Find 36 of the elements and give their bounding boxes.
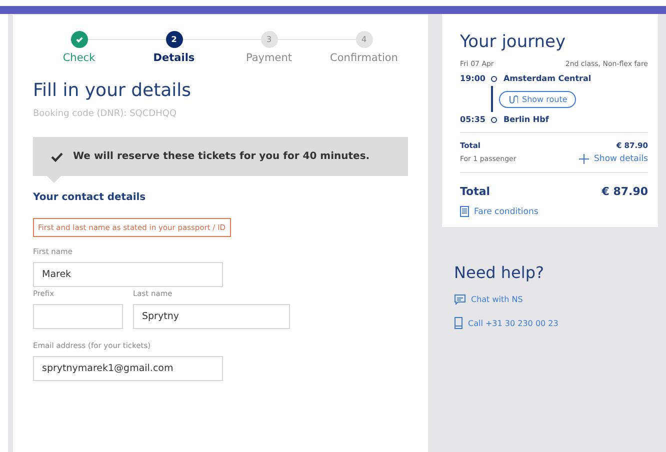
prefix-field[interactable] [33,304,123,329]
booking-code: Booking code (DNR): SQCDHQQ [33,109,178,119]
email-field[interactable]: sprytnymarek1@gmail.com [33,356,223,381]
show-details-link[interactable]: Show details [579,154,648,164]
checkmark-icon [51,152,63,162]
notice-text: We will reserve these tickets for you for 40 minutes. [73,151,370,162]
step-number: 2 [166,31,182,48]
station-name: Amsterdam Central [503,74,592,83]
station-name: Berlin Hbf [503,115,549,124]
page-title: Fill in your details [33,80,192,101]
show-route-button[interactable]: Show route [499,90,576,108]
first-name-field[interactable]: Marek [33,262,223,287]
departure-time: 19:00 [460,74,486,83]
help-link[interactable]: Call +31 30 230 00 23 [454,317,646,329]
fare-conditions-link[interactable]: Fare conditions [460,206,648,217]
step-number: 3 [260,31,278,48]
phone-icon [454,317,463,329]
card-title: Your journey [460,32,567,52]
arrival-time: 05:35 [460,115,486,124]
section-title: Your contact details [33,192,147,203]
help-title: Need help? [454,263,545,282]
total-price: € 87.90 [602,185,648,198]
step-label: Check [62,52,96,64]
step-label: Details [153,52,195,64]
step-label: Confirmation [330,52,398,64]
total-label: Total [460,185,490,198]
stop-icon [491,116,498,122]
step-label: Payment [246,52,292,64]
stop-icon [491,76,498,82]
plus-icon [579,154,590,164]
help-link[interactable]: Chat with NS [454,294,646,305]
chat-icon [454,294,466,305]
last-name-field[interactable]: Sprytny [133,304,290,329]
document-icon [460,206,469,217]
step-number: 4 [356,31,372,48]
route-icon [508,94,518,104]
